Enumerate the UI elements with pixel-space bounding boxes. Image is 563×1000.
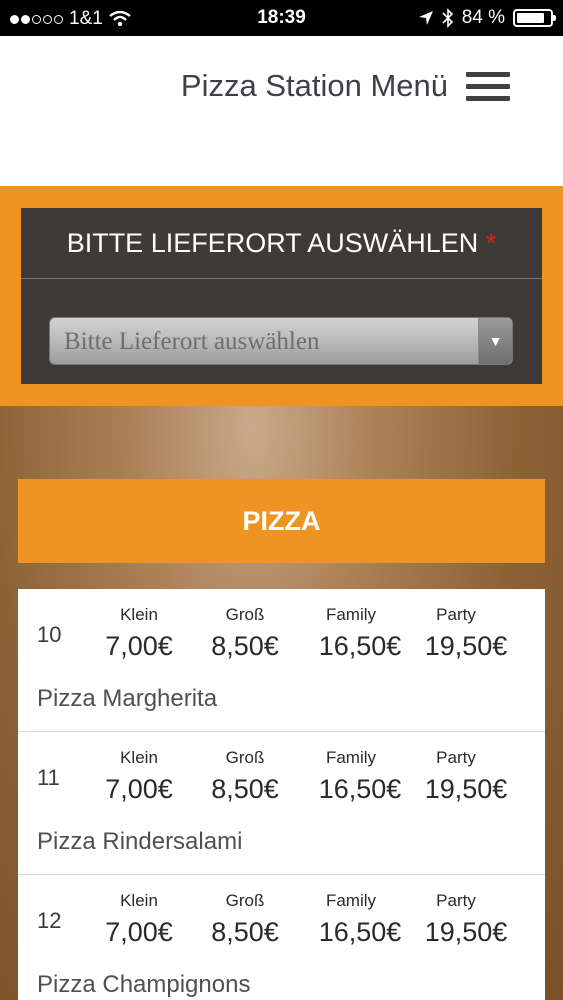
page-title: Pizza Station Menü <box>180 68 448 103</box>
battery-icon <box>513 9 556 27</box>
item-name: Pizza Rindersalami <box>37 828 243 855</box>
size-label-klein: Klein <box>120 891 158 910</box>
delivery-section: BITTE LIEFERORT AUSWÄHLEN * Bitte Liefer… <box>0 186 563 406</box>
hamburger-icon[interactable] <box>466 72 510 104</box>
price-family[interactable]: 16,50€ <box>310 631 410 662</box>
item-number: 11 <box>37 765 60 790</box>
item-number: 10 <box>37 622 62 647</box>
required-asterisk: * <box>485 228 497 258</box>
size-label-family: Family <box>325 748 377 767</box>
price-party[interactable]: 19,50€ <box>416 631 516 662</box>
price-gross[interactable]: 8,50€ <box>195 917 295 948</box>
price-gross[interactable]: 8,50€ <box>195 774 295 805</box>
size-label-gross: Groß <box>225 891 265 910</box>
status-bar: 1&1 18:39 84 % <box>0 0 563 36</box>
size-label-party: Party <box>436 891 476 910</box>
item-name: Pizza Margherita <box>37 685 218 712</box>
price-gross[interactable]: 8,50€ <box>195 631 295 662</box>
delivery-location-select-value: Bitte Lieferort auswählen <box>64 328 320 355</box>
triangle-down-icon[interactable]: ▼ <box>478 318 512 364</box>
battery-percent: 84 % <box>461 7 505 28</box>
delivery-location-heading: BITTE LIEFERORT AUSWÄHLEN * <box>21 208 542 279</box>
delivery-location-select[interactable]: Bitte Lieferort auswählen ▼ <box>49 317 513 365</box>
size-label-party: Party <box>436 748 476 767</box>
price-family[interactable]: 16,50€ <box>310 917 410 948</box>
location-arrow-icon <box>418 11 433 25</box>
size-label-family: Family <box>325 891 377 910</box>
menu-item[interactable]: 11 Klein Groß Family Party 7,00€ 8,50€ 1… <box>18 732 545 875</box>
price-party[interactable]: 19,50€ <box>416 917 516 948</box>
item-number: 12 <box>37 908 62 933</box>
category-header-pizza[interactable]: PIZZA <box>18 479 545 563</box>
price-party[interactable]: 19,50€ <box>416 774 516 805</box>
menu-items-list: 10 Klein Groß Family Party 7,00€ 8,50€ 1… <box>18 589 545 1000</box>
size-label-family: Family <box>325 605 377 624</box>
size-label-klein: Klein <box>120 605 158 624</box>
item-name: Pizza Champignons <box>37 971 251 998</box>
price-klein[interactable]: 7,00€ <box>89 917 189 948</box>
size-label-gross: Groß <box>225 605 265 624</box>
delivery-location-title: BITTE LIEFERORT AUSWÄHLEN <box>66 228 479 258</box>
battery-level <box>517 13 544 23</box>
top-navigation: Pizza Station Menü <box>0 36 563 186</box>
price-klein[interactable]: 7,00€ <box>89 774 189 805</box>
menu-item[interactable]: 12 Klein Groß Family Party 7,00€ 8,50€ 1… <box>18 875 545 1000</box>
bluetooth-icon <box>442 8 453 28</box>
size-label-klein: Klein <box>120 748 158 767</box>
price-family[interactable]: 16,50€ <box>310 774 410 805</box>
status-right: 84 % <box>418 7 556 29</box>
price-klein[interactable]: 7,00€ <box>89 631 189 662</box>
size-label-gross: Groß <box>225 748 265 767</box>
menu-item[interactable]: 10 Klein Groß Family Party 7,00€ 8,50€ 1… <box>18 589 545 732</box>
delivery-location-panel: BITTE LIEFERORT AUSWÄHLEN * Bitte Liefer… <box>21 208 542 384</box>
menu-content: PIZZA 10 Klein Groß Family Party 7,00€ 8… <box>0 406 563 1000</box>
size-label-party: Party <box>436 605 476 624</box>
